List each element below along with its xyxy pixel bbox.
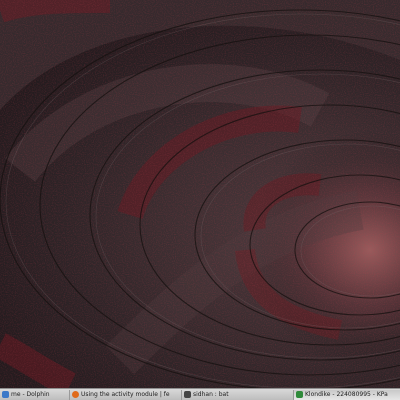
- taskbar-item-klondike[interactable]: Klondike - 224080995 - KPa: [294, 389, 400, 400]
- taskbar-item-terminal[interactable]: sidhan : bat: [182, 389, 294, 400]
- dolphin-icon: [2, 391, 9, 398]
- taskbar-item-label: sidhan : bat: [193, 390, 229, 398]
- terminal-icon: [184, 391, 191, 398]
- kpatience-icon: [296, 391, 303, 398]
- desktop[interactable]: me - Dolphin Using the activity module |…: [0, 0, 400, 400]
- taskbar-item-label: me - Dolphin: [11, 390, 50, 398]
- taskbar-item-firefox[interactable]: Using the activity module | fe: [70, 389, 182, 400]
- taskbar-item-label: Using the activity module | fe: [81, 390, 170, 398]
- taskbar-item-label: Klondike - 224080995 - KPa: [305, 390, 388, 398]
- taskbar-item-dolphin[interactable]: me - Dolphin: [0, 389, 70, 400]
- firefox-icon: [72, 391, 79, 398]
- desktop-wallpaper: [0, 0, 400, 388]
- taskbar: me - Dolphin Using the activity module |…: [0, 388, 400, 400]
